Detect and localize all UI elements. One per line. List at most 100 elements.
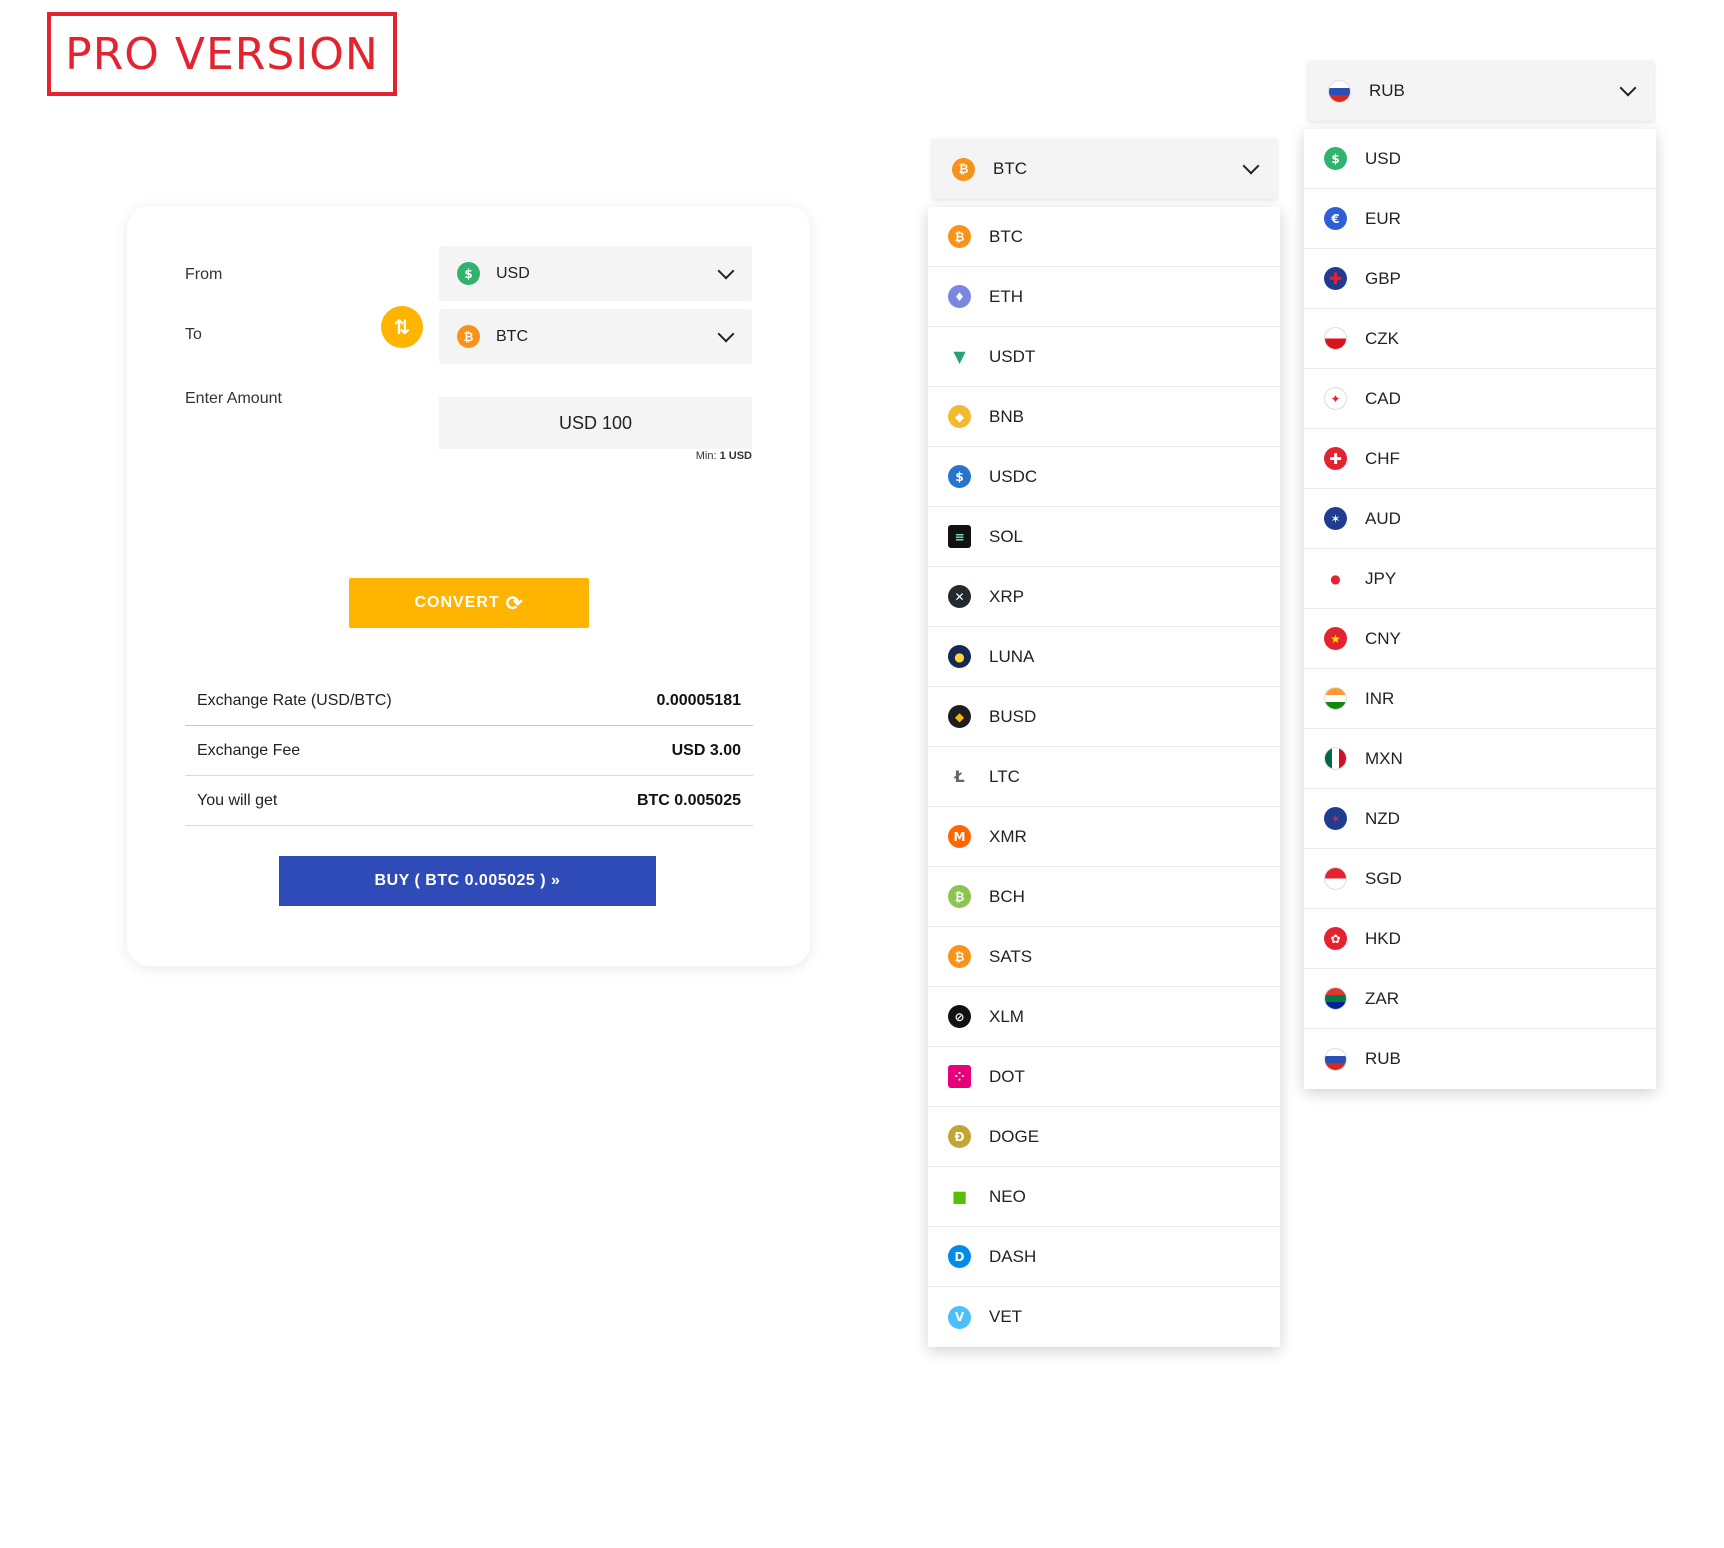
crypto-option-vet[interactable]: V VET — [928, 1287, 1280, 1347]
min-value: 1 USD — [719, 450, 752, 462]
to-currency-value: BTC — [496, 327, 528, 345]
fiat-option-cad[interactable]: ✦ CAD — [1304, 369, 1656, 429]
usdt-icon: ▼ — [948, 345, 971, 368]
option-label: USDT — [989, 346, 1036, 366]
xrp-icon: ✕ — [948, 585, 971, 608]
to-currency-select[interactable]: ₿ BTC — [439, 309, 752, 364]
crypto-option-xlm[interactable]: ⊘ XLM — [928, 987, 1280, 1047]
fiat-option-inr[interactable]: INR — [1304, 669, 1656, 729]
inr-flag-icon — [1324, 687, 1347, 710]
crypto-option-doge[interactable]: Ð DOGE — [928, 1107, 1280, 1167]
fiat-option-cny[interactable]: ★ CNY — [1304, 609, 1656, 669]
option-label: NEO — [989, 1186, 1026, 1206]
exchange-info-table: Exchange Rate (USD/BTC) 0.00005181 Excha… — [185, 676, 753, 826]
crypto-option-bch[interactable]: ₿ BCH — [928, 867, 1280, 927]
option-label: CNY — [1365, 628, 1401, 648]
usd-icon: $ — [457, 262, 480, 285]
fiat-option-gbp[interactable]: ✚ GBP — [1304, 249, 1656, 309]
exchange-rate-row: Exchange Rate (USD/BTC) 0.00005181 — [185, 676, 753, 726]
option-label: INR — [1365, 688, 1395, 708]
jpy-flag-icon: ● — [1324, 567, 1347, 590]
you-will-get-row: You will get BTC 0.005025 — [185, 776, 753, 826]
from-currency-value: USD — [496, 264, 530, 282]
crypto-option-busd[interactable]: ◆ BUSD — [928, 687, 1280, 747]
rub-flag-icon — [1324, 1047, 1347, 1071]
fiat-select[interactable]: RUB — [1308, 61, 1654, 121]
crypto-option-sol[interactable]: ≡ SOL — [928, 507, 1280, 567]
option-label: BNB — [989, 406, 1024, 426]
fiat-dropdown-list: $ USD € EUR ✚ GBP CZK ✦ CAD ✚ CHF ✶ AUD ● JPY ★… — [1304, 129, 1656, 1089]
fiat-option-jpy[interactable]: ● JPY — [1304, 549, 1656, 609]
vet-icon: V — [948, 1305, 971, 1329]
crypto-option-usdt[interactable]: ▼ USDT — [928, 327, 1280, 387]
crypto-option-dot[interactable]: ⁘ DOT — [928, 1047, 1280, 1107]
bnb-icon: ◆ — [948, 405, 971, 428]
option-label: VET — [989, 1307, 1023, 1326]
fiat-option-czk[interactable]: CZK — [1304, 309, 1656, 369]
usd-icon: $ — [1324, 147, 1347, 170]
chevron-down-icon — [717, 325, 735, 342]
option-label: DASH — [989, 1246, 1037, 1266]
pro-version-badge: PRO VERSION — [47, 12, 397, 96]
fiat-option-aud[interactable]: ✶ AUD — [1304, 489, 1656, 549]
fiat-select-value: RUB — [1369, 81, 1405, 100]
crypto-option-eth[interactable]: ♦ ETH — [928, 267, 1280, 327]
crypto-option-bnb[interactable]: ◆ BNB — [928, 387, 1280, 447]
crypto-option-ltc[interactable]: Ł LTC — [928, 747, 1280, 807]
fiat-option-mxn[interactable]: MXN — [1304, 729, 1656, 789]
amount-input[interactable]: USD 100 — [439, 397, 752, 449]
crypto-option-neo[interactable]: ■ NEO — [928, 1167, 1280, 1227]
xmr-icon: M — [948, 825, 971, 848]
chevron-down-icon — [1242, 157, 1260, 175]
cny-flag-icon: ★ — [1324, 627, 1347, 650]
btc-icon: ₿ — [952, 157, 975, 181]
option-label: XLM — [989, 1006, 1024, 1026]
option-label: ZAR — [1365, 988, 1399, 1008]
option-label: RUB — [1365, 1049, 1401, 1068]
crypto-option-btc[interactable]: ₿ BTC — [928, 207, 1280, 267]
swap-button[interactable]: ⇅ — [381, 306, 423, 348]
option-label: HKD — [1365, 928, 1401, 948]
exchange-fee-row: Exchange Fee USD 3.00 — [185, 726, 753, 776]
min-prefix: Min: — [695, 450, 717, 462]
fiat-option-usd[interactable]: $ USD — [1304, 129, 1656, 189]
convert-button[interactable]: CONVERT ⟳ — [349, 578, 589, 628]
option-label: JPY — [1365, 568, 1397, 588]
fiat-option-sgd[interactable]: SGD — [1304, 849, 1656, 909]
fiat-option-chf[interactable]: ✚ CHF — [1304, 429, 1656, 489]
czk-flag-icon — [1324, 327, 1347, 350]
crypto-option-xrp[interactable]: ✕ XRP — [928, 567, 1280, 627]
eth-icon: ♦ — [948, 285, 971, 308]
row-value: USD 3.00 — [671, 741, 741, 759]
row-value: 0.00005181 — [656, 691, 741, 709]
neo-icon: ■ — [948, 1185, 971, 1208]
fiat-option-eur[interactable]: € EUR — [1304, 189, 1656, 249]
option-label: SOL — [989, 526, 1024, 546]
crypto-option-dash[interactable]: D DASH — [928, 1227, 1280, 1287]
ltc-icon: Ł — [948, 765, 971, 788]
option-label: XRP — [989, 586, 1024, 606]
option-label: SATS — [989, 946, 1033, 966]
crypto-option-luna[interactable]: ● LUNA — [928, 627, 1280, 687]
fiat-option-zar[interactable]: ZAR — [1304, 969, 1656, 1029]
fiat-option-hkd[interactable]: ✿ HKD — [1304, 909, 1656, 969]
crypto-select[interactable]: ₿ BTC — [932, 139, 1277, 199]
option-label: BCH — [989, 886, 1025, 906]
to-label: To — [185, 326, 202, 343]
crypto-option-sats[interactable]: ₿ SATS — [928, 927, 1280, 987]
from-currency-select[interactable]: $ USD — [439, 246, 752, 301]
fiat-option-rub[interactable]: RUB — [1304, 1029, 1656, 1089]
crypto-option-usdc[interactable]: $ USDC — [928, 447, 1280, 507]
btc-icon: ₿ — [457, 325, 480, 348]
fiat-option-nzd[interactable]: ✶ NZD — [1304, 789, 1656, 849]
buy-button[interactable]: BUY ( BTC 0.005025 ) » — [279, 856, 656, 906]
crypto-option-xmr[interactable]: M XMR — [928, 807, 1280, 867]
refresh-icon: ⟳ — [505, 592, 524, 615]
option-label: USD — [1365, 148, 1401, 168]
min-amount-note: Min: 1 USD — [696, 450, 752, 462]
chevron-down-icon — [1619, 79, 1637, 97]
option-label: BUSD — [989, 706, 1037, 726]
eur-icon: € — [1324, 207, 1347, 230]
sol-icon: ≡ — [948, 525, 971, 548]
nzd-flag-icon: ✶ — [1324, 807, 1347, 830]
